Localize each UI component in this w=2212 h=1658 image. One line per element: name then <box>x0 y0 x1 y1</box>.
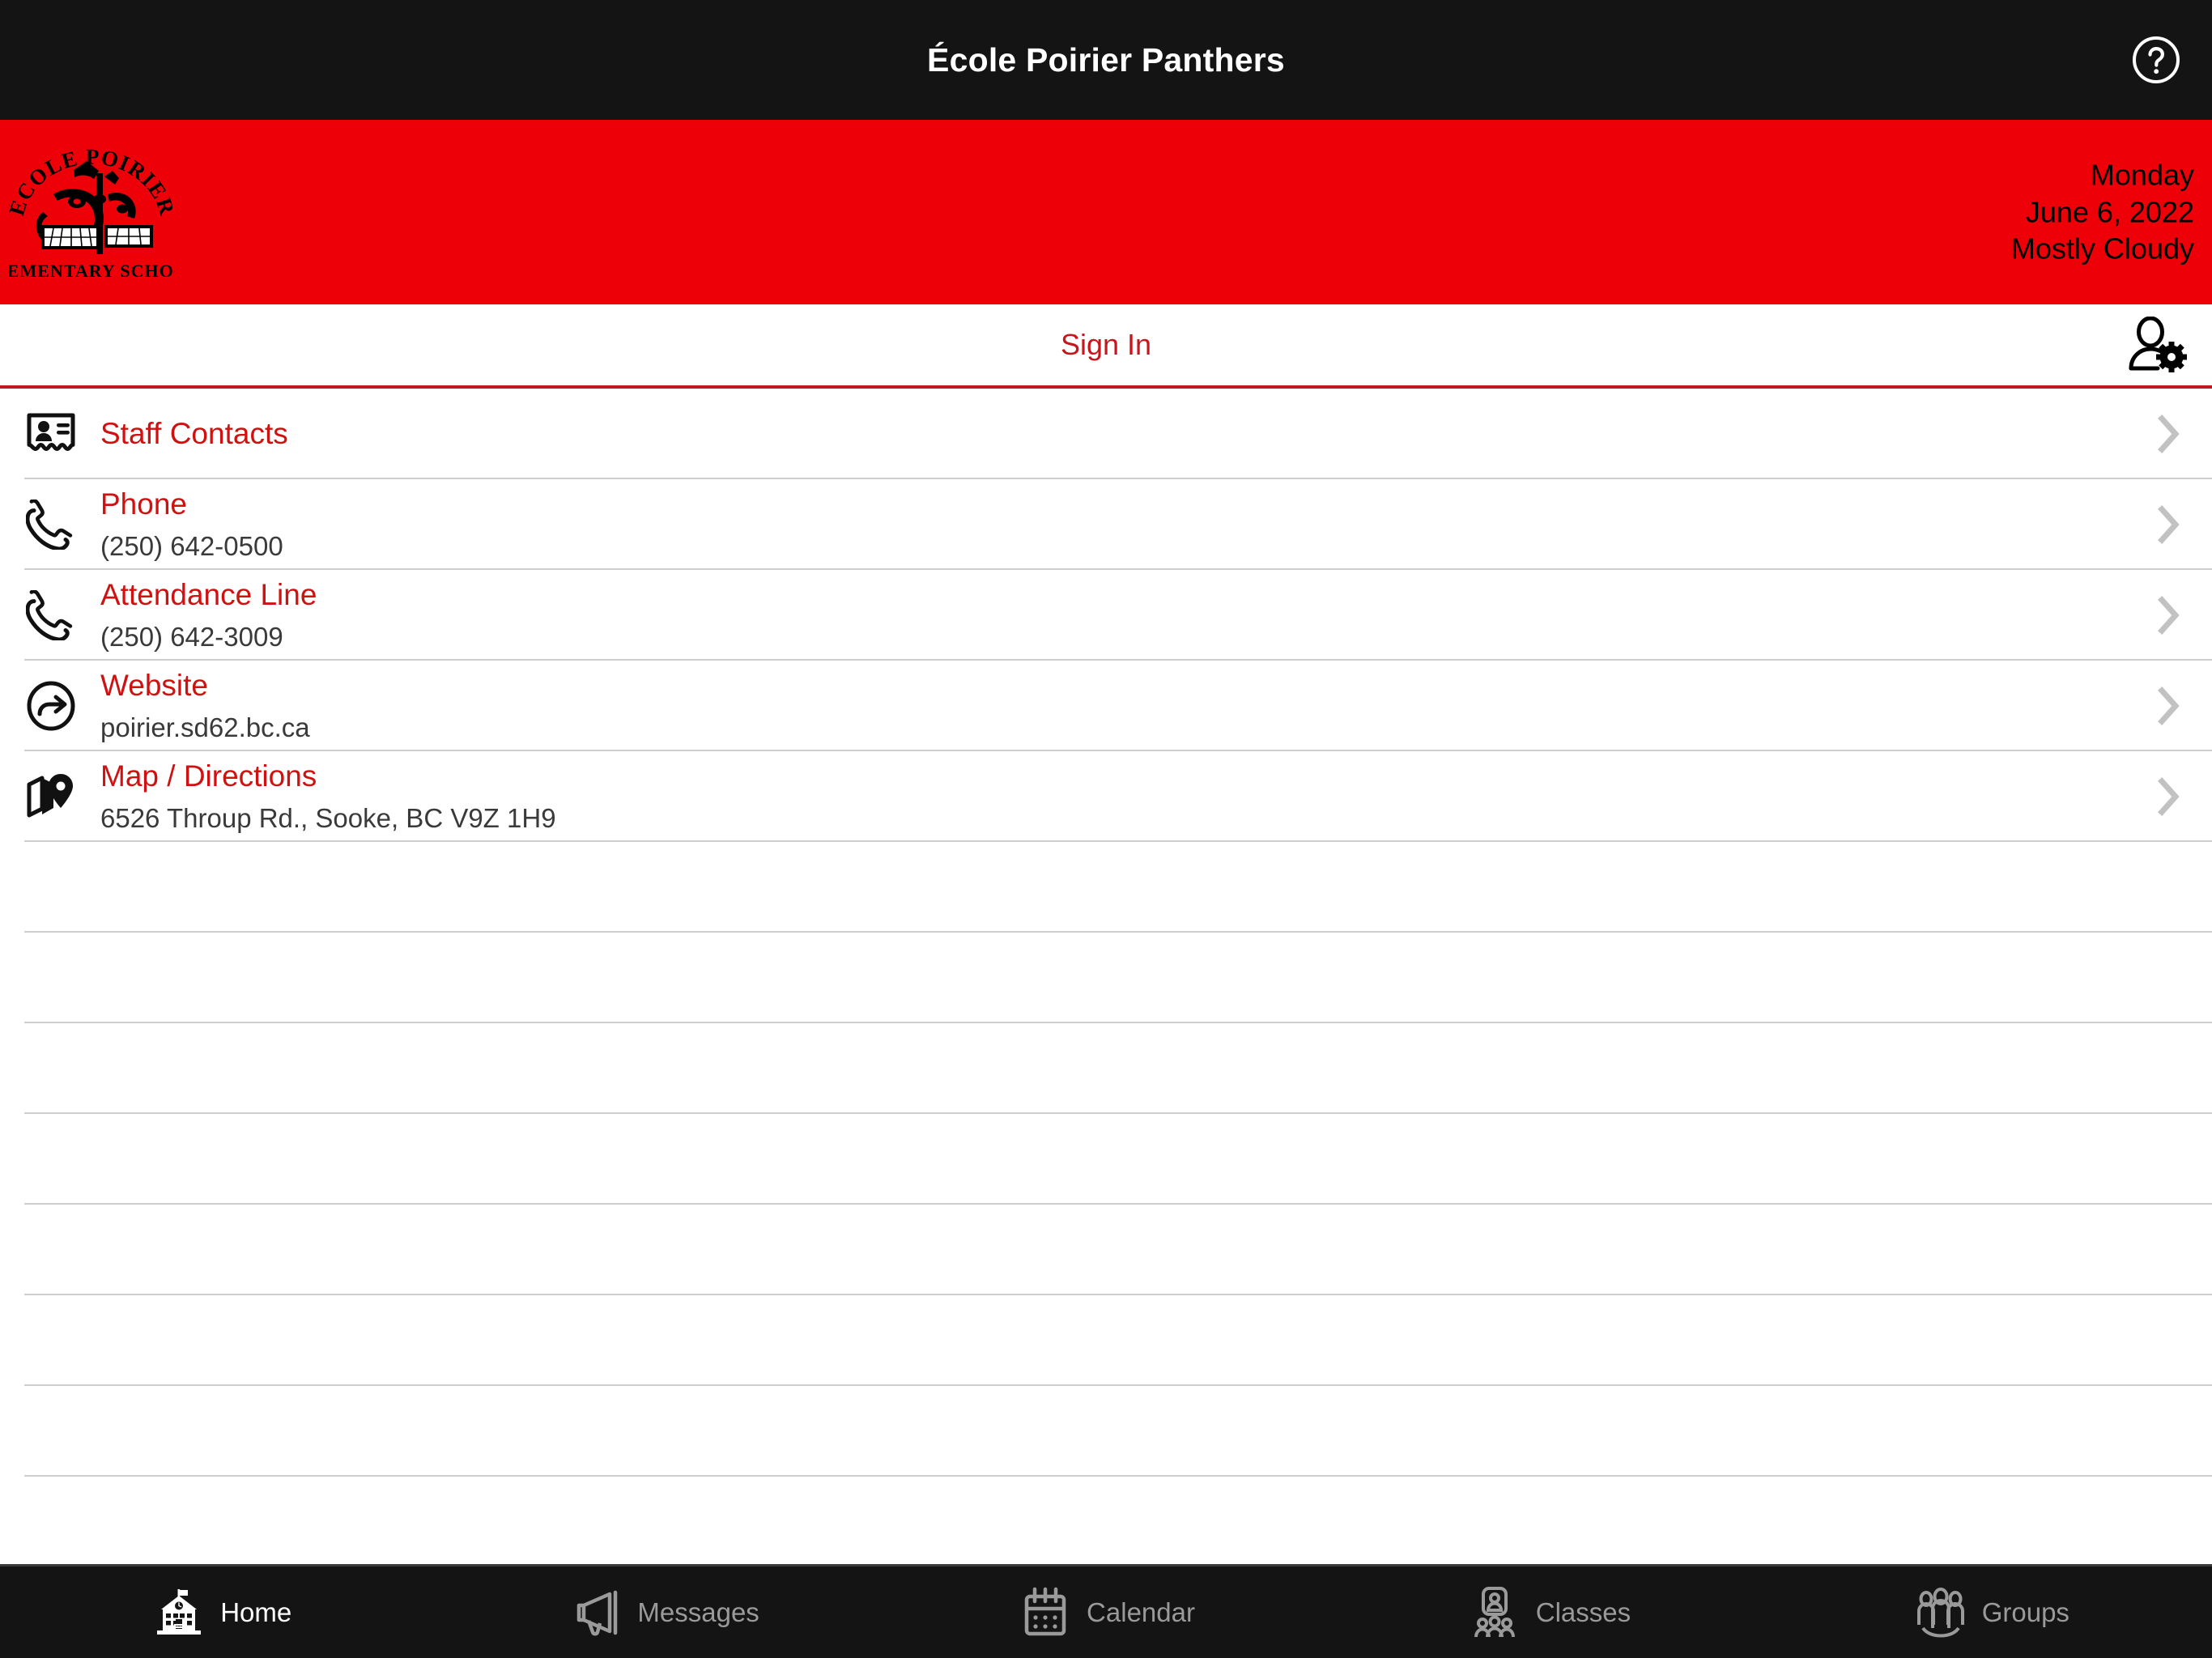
school-crest-icon: ÉCOLE POIRIER <box>9 144 175 281</box>
date-weather-block: Monday June 6, 2022 Mostly Cloudy <box>2011 156 2194 267</box>
list-item-attendance-line[interactable]: Attendance Line (250) 642-3009 <box>0 570 2212 661</box>
tab-classes[interactable]: Classes <box>1327 1567 1769 1658</box>
sign-in-link[interactable]: Sign In <box>1061 328 1151 362</box>
bottom-tab-bar: Home Messages Calendar Classes Groups <box>0 1564 2212 1658</box>
empty-list-row <box>0 1205 2212 1295</box>
app-root: École Poirier Panthers ÉCOLE POIRIER <box>0 0 2212 1658</box>
tab-label: Groups <box>1981 1596 2069 1627</box>
list-item-staff-contacts[interactable]: Staff Contacts <box>0 389 2212 479</box>
tab-calendar[interactable]: Calendar <box>885 1567 1327 1658</box>
phone-icon <box>19 584 83 647</box>
list-item-title: Staff Contacts <box>100 416 288 450</box>
user-settings-button[interactable] <box>2121 315 2189 375</box>
external-link-icon <box>19 674 83 738</box>
school-house-icon <box>151 1584 207 1641</box>
groups-icon <box>1912 1584 1969 1641</box>
school-banner: ÉCOLE POIRIER <box>0 120 2212 304</box>
calendar-icon <box>1017 1584 1074 1641</box>
svg-text:ELEMENTARY SCHOOL: ELEMENTARY SCHOOL <box>9 261 175 281</box>
account-bar: Sign In <box>0 304 2212 389</box>
help-button[interactable] <box>2129 33 2183 87</box>
list-item-subtitle: 6526 Throup Rd., Sooke, BC V9Z 1H9 <box>100 802 556 833</box>
list-item-website[interactable]: Website poirier.sd62.bc.ca <box>0 661 2212 751</box>
empty-list-row <box>0 1114 2212 1205</box>
banner-date: June 6, 2022 <box>2025 195 2194 229</box>
list-item-title: Map / Directions <box>100 759 317 793</box>
list-item-title: Phone <box>100 487 187 521</box>
empty-list-row <box>0 933 2212 1023</box>
list-item-map-directions[interactable]: Map / Directions 6526 Throup Rd., Sooke,… <box>0 751 2212 842</box>
empty-list-row <box>0 1023 2212 1114</box>
page-title: École Poirier Panthers <box>927 40 1285 79</box>
chevron-right-icon <box>2155 593 2183 638</box>
empty-list-row <box>0 842 2212 933</box>
tab-messages[interactable]: Messages <box>442 1567 884 1658</box>
banner-day: Monday <box>2090 158 2194 192</box>
banner-weather: Mostly Cloudy <box>2010 232 2194 266</box>
school-logo: ÉCOLE POIRIER <box>6 135 177 289</box>
chevron-right-icon <box>2155 774 2183 819</box>
chevron-right-icon <box>2155 411 2183 457</box>
top-header-bar: École Poirier Panthers <box>0 0 2212 120</box>
list-item-phone[interactable]: Phone (250) 642-0500 <box>0 479 2212 570</box>
map-pin-icon <box>19 765 83 828</box>
help-circle-icon <box>2133 36 2180 83</box>
chevron-right-icon <box>2155 683 2183 729</box>
tab-label: Classes <box>1535 1596 1631 1627</box>
tab-label: Home <box>220 1596 292 1627</box>
list-item-subtitle: (250) 642-0500 <box>100 530 283 561</box>
chevron-right-icon <box>2155 502 2183 547</box>
contact-card-icon <box>19 402 83 466</box>
tab-groups[interactable]: Groups <box>1770 1567 2212 1658</box>
empty-list-row <box>0 1386 2212 1477</box>
list-item-subtitle: poirier.sd62.bc.ca <box>100 712 310 742</box>
megaphone-icon <box>568 1584 624 1641</box>
tab-home[interactable]: Home <box>0 1567 442 1658</box>
empty-list-row <box>0 1295 2212 1386</box>
phone-icon <box>19 493 83 556</box>
home-list: Staff Contacts Phone (250) 642-0500 Atte… <box>0 389 2212 1564</box>
list-item-title: Attendance Line <box>100 578 317 612</box>
tab-label: Calendar <box>1087 1596 1195 1627</box>
tab-label: Messages <box>637 1596 759 1627</box>
user-settings-icon <box>2129 317 2187 372</box>
list-item-title: Website <box>100 669 208 703</box>
list-item-subtitle: (250) 642-3009 <box>100 621 283 652</box>
classes-icon <box>1466 1584 1523 1641</box>
